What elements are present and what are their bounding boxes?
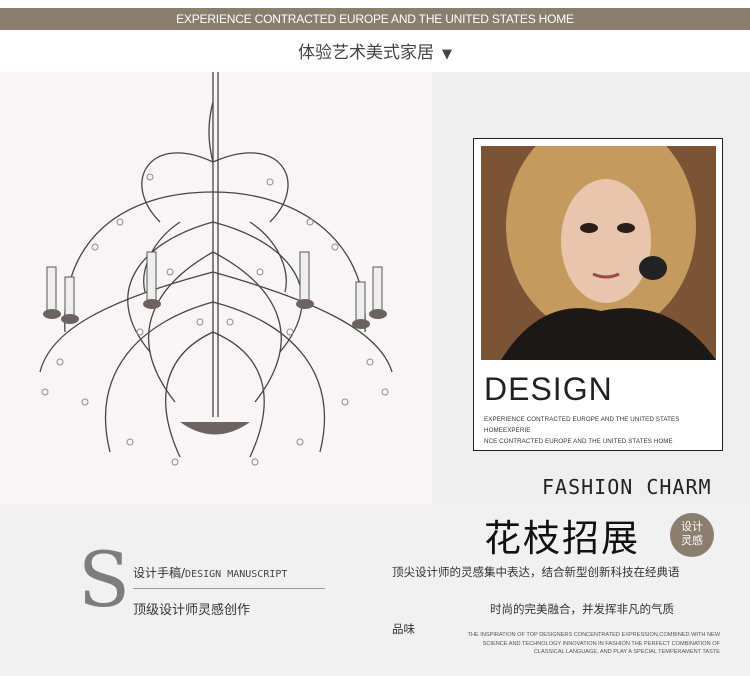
manuscript-heading-en: DESIGN MANUSCRIPT — [185, 569, 288, 580]
card-desc-line-1: EXPERIENCE CONTRACTED EUROPE AND THE UNI… — [484, 416, 680, 434]
section-subtitle: 体验艺术美式家居 ▼ — [0, 38, 750, 63]
description-paragraph-1: 顶尖设计师的灵感集中表达，结合新型创新科技在经典语 — [392, 565, 680, 579]
description-paragraph-2: 时尚的完美融合，并发挥非凡的气质 — [490, 602, 674, 616]
description-small-print: THE INSPIRATION OF TOP DESIGNERS CONCENT… — [424, 631, 720, 657]
card-desc-line-2: NCE CONTRACTED EUROPE AND THE UNITED STA… — [484, 438, 673, 445]
badge-line-2: 灵感 — [681, 534, 703, 547]
description-paragraph-3: 品味 — [392, 622, 415, 636]
design-inspiration-badge: 设计 灵感 — [670, 513, 714, 557]
top-banner: EXPERIENCE CONTRACTED EUROPE AND THE UNI… — [0, 8, 750, 30]
small-print-line-1: THE INSPIRATION OF TOP DESIGNERS CONCENT… — [467, 632, 720, 638]
chandelier-illustration — [39, 72, 393, 466]
small-print-line-3: CLASSICAL LANGUAGE, AND PLAY A SPECIAL T… — [533, 649, 720, 655]
badge-line-1: 设计 — [681, 520, 703, 533]
small-print-line-2: SCIENCE AND TECHNOLOGY INNOVATION IN FAS… — [482, 640, 720, 647]
card-description: EXPERIENCE CONTRACTED EUROPE AND THE UNI… — [484, 414, 714, 447]
subtitle-text: 体验艺术美式家居 — [298, 43, 434, 63]
manuscript-subheading: 顶级设计师灵感创作 — [133, 603, 251, 618]
fashion-charm-heading: FASHION CHARM — [542, 475, 712, 499]
model-photo — [481, 146, 716, 360]
triangle-down-icon: ▼ — [442, 47, 452, 62]
chandelier-image — [0, 72, 432, 504]
manuscript-letter: S — [78, 535, 131, 624]
card-title: DESIGN — [484, 371, 613, 407]
model-portrait — [481, 146, 716, 360]
divider — [133, 588, 325, 589]
manuscript-heading-cn: 设计手稿/ — [133, 566, 186, 580]
manuscript-heading: 设计手稿/DESIGN MANUSCRIPT — [133, 564, 287, 581]
feature-title-cn: 花枝招展 — [484, 517, 640, 560]
